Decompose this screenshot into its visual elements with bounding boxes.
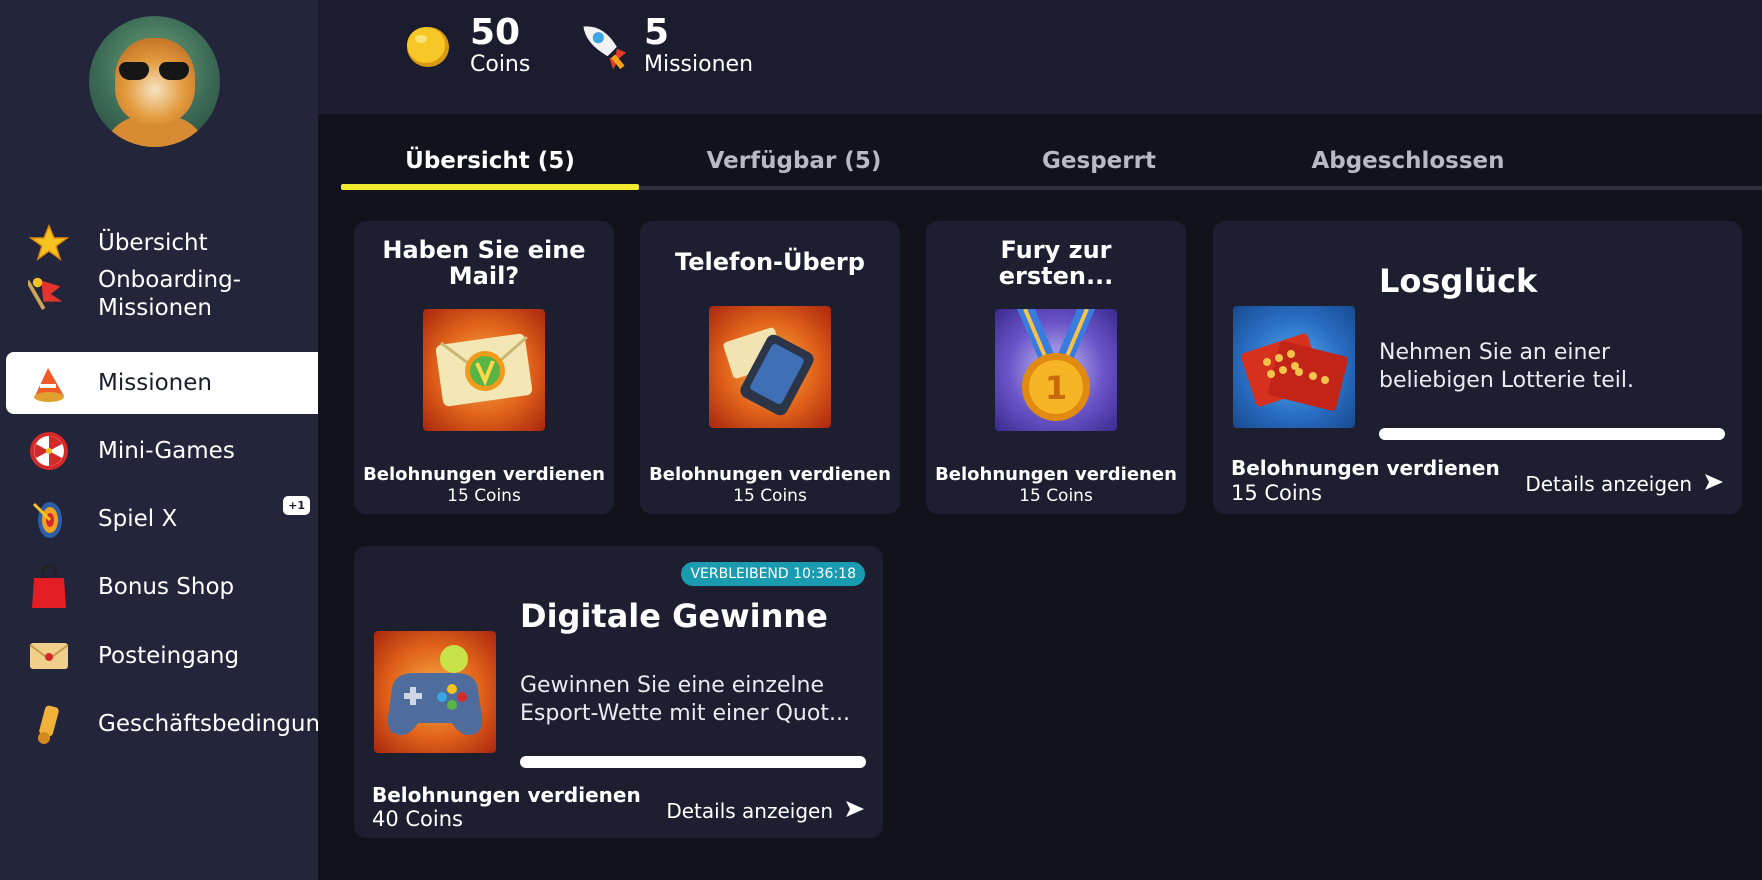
sidebar-item-geschaeftsbedingungen[interactable]: Geschäftsbedingungen [6, 693, 318, 755]
progress-bar [520, 756, 866, 768]
mission-title: Losglück [1379, 262, 1538, 300]
sidebar-item-label: Übersicht [98, 230, 208, 256]
sidebar-item-label: Geschäftsbedingungen [98, 711, 318, 737]
send-arrow-icon [845, 799, 865, 823]
coin-icon [402, 18, 454, 74]
sidebar-item-posteingang[interactable]: Posteingang [6, 625, 318, 687]
mission-title: Telefon-Überp [675, 248, 865, 276]
tab-abgeschlossen[interactable]: Abgeschlossen [1249, 148, 1567, 188]
missions-stat: 5 Missionen [576, 14, 753, 78]
sidebar-item-label: Bonus Shop [98, 574, 235, 600]
lottery-tickets-icon [1233, 306, 1355, 428]
svg-text:1: 1 [1045, 369, 1067, 407]
reward-label: Belohnungen verdienen [935, 464, 1177, 485]
sidebar-item-mini-games[interactable]: Mini-Games [6, 420, 318, 482]
sidebar-item-label: Posteingang [98, 643, 240, 669]
mission-description: Gewinnen Sie eine einzelne Esport-Wette … [520, 673, 850, 726]
sidebar-item-label: Missionen [98, 370, 212, 396]
sidebar-item-spiel-x[interactable]: Spiel X +1 [6, 488, 318, 550]
mission-title: Digitale Gewinne [520, 597, 828, 635]
coins-value: 50 [470, 12, 521, 53]
reward-value: 15 Coins [1231, 481, 1322, 505]
envelope-icon [28, 635, 70, 677]
medal-icon: 1 [995, 309, 1117, 431]
sidebar-item-label: Spiel X [98, 506, 178, 532]
tiger-face [115, 38, 195, 124]
sidebar-item-onboarding[interactable]: Onboarding-Missionen [6, 258, 318, 330]
sidebar-item-label: Mini-Games [98, 438, 235, 464]
tab-verfuegbar[interactable]: Verfügbar (5) [639, 148, 949, 188]
megaphone-icon [28, 362, 70, 404]
mission-card-losglueck[interactable]: Losglück Nehmen Sie an einer beliebigen … [1213, 221, 1742, 514]
notification-badge: +1 [283, 496, 310, 515]
reward-label: Belohnungen verdienen [1231, 456, 1500, 480]
mission-card-phone[interactable]: Telefon-Überp Belohnungen verdienen 15 C… [640, 221, 900, 514]
details-label: Details anzeigen [666, 799, 833, 823]
mission-tabs: Übersicht (5) Verfügbar (5) Gesperrt Abg… [341, 140, 1762, 190]
reward-label: Belohnungen verdienen [363, 464, 605, 485]
missions-value: 5 [644, 12, 670, 53]
mission-description: Nehmen Sie an einer beliebigen Lotterie … [1379, 340, 1634, 393]
coins-label: Coins [470, 52, 531, 77]
reward-value: 15 Coins [1019, 486, 1093, 506]
details-button[interactable]: Details anzeigen [666, 799, 865, 823]
send-arrow-icon [1704, 472, 1724, 496]
avatar[interactable] [89, 16, 220, 147]
reward-value: 15 Coins [447, 486, 521, 506]
sidebar-item-missionen[interactable]: Missionen [6, 352, 318, 414]
mission-title: Haben Sie eine Mail? [382, 236, 586, 290]
coins-stat: 50 Coins [402, 14, 530, 78]
sidebar: Übersicht Onboarding-Missionen Missionen… [0, 0, 318, 880]
reward-label: Belohnungen verdienen [649, 464, 891, 485]
wheel-icon [28, 430, 70, 472]
reward-label: Belohnungen verdienen [372, 783, 641, 807]
countdown-badge: VERBLEIBEND 10:36:18 [681, 562, 865, 586]
top-bar: 50 Coins 5 Missionen [318, 0, 1762, 114]
sidebar-item-label: Onboarding-Missionen [98, 267, 241, 321]
sidebar-item-bonus-shop[interactable]: Bonus Shop [6, 556, 318, 618]
shopping-bag-icon [28, 564, 70, 608]
reward-value: 15 Coins [733, 486, 807, 506]
tab-gesperrt[interactable]: Gesperrt [949, 148, 1249, 188]
missions-label: Missionen [644, 52, 754, 77]
details-button[interactable]: Details anzeigen [1525, 472, 1724, 496]
mission-title: Fury zur ersten... [998, 236, 1114, 290]
gamepad-icon [374, 631, 496, 753]
target-icon [28, 498, 70, 540]
mission-card-fury[interactable]: Fury zur ersten... 1 Belohnungen verdien… [926, 221, 1186, 514]
mission-card-mail[interactable]: Haben Sie eine Mail? Belohnungen verdien… [354, 221, 614, 514]
mail-check-icon [423, 309, 545, 431]
progress-bar [1379, 428, 1725, 440]
flag-icon [28, 273, 70, 315]
mission-card-digitale-gewinne[interactable]: VERBLEIBEND 10:36:18 Digitale Gewinne Ge… [354, 546, 883, 838]
tab-uebersicht[interactable]: Übersicht (5) [341, 148, 639, 190]
phone-mail-icon [709, 306, 831, 428]
rocket-icon [576, 18, 628, 74]
reward-value: 40 Coins [372, 807, 463, 831]
scroll-icon [28, 703, 70, 745]
sunglasses-icon [119, 62, 191, 80]
details-label: Details anzeigen [1525, 472, 1692, 496]
